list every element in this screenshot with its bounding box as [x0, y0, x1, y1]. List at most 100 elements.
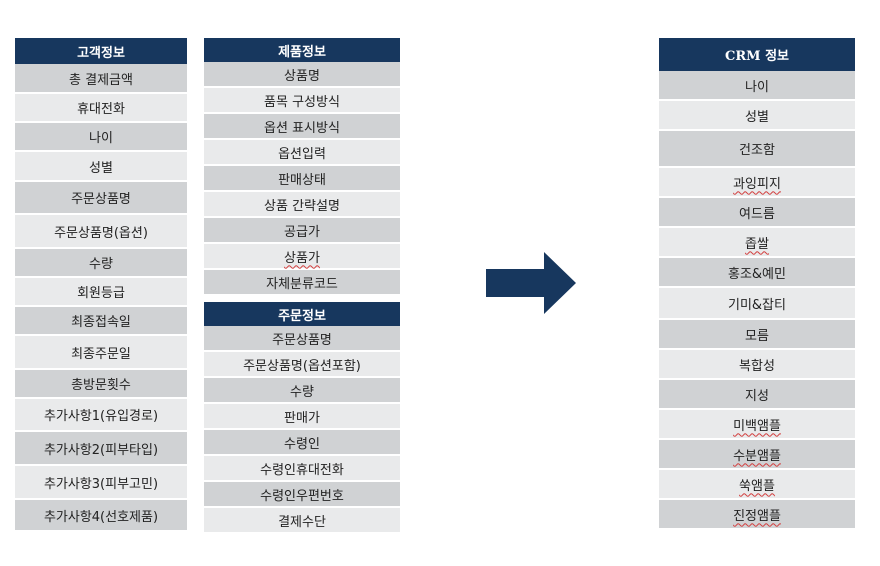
- order-row: 판매가: [204, 404, 400, 430]
- customer-row: 총방문횟수: [15, 370, 187, 399]
- order-item-label: 결제수단: [278, 514, 326, 530]
- customer-item-label: 추가사항2(피부타입): [43, 442, 159, 458]
- product-row: 판매상태: [204, 166, 400, 192]
- customer-info-table: 고객정보 총 결제금액휴대전화나이성별주문상품명주문상품명(옵션) 수량회원등급최…: [15, 38, 187, 532]
- crm-row: 미백앰플: [659, 410, 855, 440]
- customer-item-label: 휴대전화: [77, 102, 125, 117]
- product-row: 공급가: [204, 218, 400, 244]
- order-row: 주문상품명: [204, 326, 400, 352]
- customer-item-label: 추가사항4(선호제품): [43, 509, 159, 525]
- product-row: 옵션 표시방식: [204, 114, 400, 140]
- product-item-label: 판매상태: [278, 172, 326, 188]
- crm-row: 모름: [659, 320, 855, 350]
- crm-item-label: 건조함: [739, 143, 775, 158]
- crm-item-label: 좁쌀: [745, 236, 769, 252]
- product-item-label: 품목 구성방식: [264, 94, 340, 110]
- customer-row: 주문상품명: [15, 182, 187, 215]
- crm-row: 성별: [659, 101, 855, 131]
- right-arrow-icon: [486, 252, 576, 314]
- product-item-label: 상품명: [284, 68, 320, 84]
- order-row: 수량: [204, 378, 400, 404]
- customer-row: 회원등급: [15, 278, 187, 307]
- order-item-label: 수령인: [284, 436, 320, 452]
- product-item-label: 자체분류코드: [266, 276, 338, 292]
- product-info-header: 제품정보: [204, 38, 400, 62]
- order-item-label: 주문상품명: [272, 332, 332, 348]
- customer-row: 최종접속일: [15, 307, 187, 336]
- product-row: 품목 구성방식: [204, 88, 400, 114]
- customer-row: 주문상품명(옵션): [15, 215, 187, 249]
- customer-item-label: 주문상품명: [71, 192, 131, 207]
- crm-row: 건조함: [659, 131, 855, 168]
- crm-item-label: 진정앰플: [733, 508, 781, 524]
- product-item-label: 공급가: [284, 224, 320, 240]
- customer-row: 수량: [15, 249, 187, 278]
- order-item-label: 수량: [290, 384, 314, 400]
- crm-info-header: CRM 정보: [659, 38, 855, 71]
- crm-item-label: 기미&잡티: [728, 297, 786, 313]
- crm-row: 나이: [659, 71, 855, 101]
- customer-item-label: 최종주문일: [71, 346, 131, 362]
- customer-info-header: 고객정보: [15, 38, 187, 64]
- crm-info-table: CRM 정보 나이성별건조함과잉피지여드름좁쌀홍조&예민기미&잡티모름복합성지성…: [659, 38, 855, 530]
- order-row: 결제수단: [204, 508, 400, 534]
- order-item-label: 수령인휴대전화: [260, 462, 344, 478]
- product-row: 상품 간략설명: [204, 192, 400, 218]
- product-item-label: 옵션입력: [278, 146, 326, 162]
- order-row: 수령인: [204, 430, 400, 456]
- crm-row: 쑥앰플: [659, 470, 855, 500]
- crm-item-label: 수분앰플: [733, 448, 781, 464]
- customer-item-label: 총방문횟수: [71, 378, 131, 393]
- crm-row: 여드름: [659, 198, 855, 228]
- crm-item-label: 미백앰플: [733, 418, 781, 434]
- customer-row: 추가사항4(선호제품): [15, 500, 187, 532]
- customer-item-label: 나이: [89, 131, 113, 146]
- customer-row: 추가사항1(유입경로): [15, 399, 187, 432]
- crm-row: 좁쌀: [659, 228, 855, 258]
- crm-item-label: 쑥앰플: [739, 478, 775, 494]
- order-row: 수령인휴대전화: [204, 456, 400, 482]
- crm-item-label: 여드름: [739, 206, 775, 222]
- crm-row: 진정앰플: [659, 500, 855, 530]
- order-item-label: 수령인우편번호: [260, 488, 344, 504]
- customer-item-label: 회원등급: [77, 286, 125, 301]
- crm-row: 복합성: [659, 350, 855, 380]
- customer-row: 성별: [15, 152, 187, 182]
- order-info-header: 주문정보: [204, 302, 400, 326]
- customer-item-label: 추가사항3(피부고민): [43, 476, 159, 492]
- product-row: 옵션입력: [204, 140, 400, 166]
- customer-row: 최종주문일: [15, 336, 187, 370]
- product-info-table: 제품정보 상품명품목 구성방식옵션 표시방식옵션입력판매상태상품 간략설명공급가…: [204, 38, 400, 296]
- product-row: 자체분류코드: [204, 270, 400, 296]
- product-item-label: 옵션 표시방식: [264, 120, 340, 136]
- product-row: 상품가: [204, 244, 400, 270]
- customer-item-label: 총 결제금액: [69, 72, 133, 88]
- customer-row: 휴대전화: [15, 94, 187, 123]
- customer-row: 추가사항3(피부고민): [15, 466, 187, 500]
- customer-item-label: 수량: [89, 257, 113, 272]
- customer-item-label: 주문상품명(옵션): [54, 225, 148, 241]
- crm-item-label: 지성: [745, 388, 769, 404]
- order-item-label: 판매가: [284, 410, 320, 426]
- product-item-label: 상품가: [284, 250, 320, 266]
- product-item-label: 상품 간략설명: [264, 198, 340, 214]
- crm-item-label: 나이: [745, 79, 769, 95]
- order-info-table: 주문정보 주문상품명주문상품명(옵션포함) 수량판매가수령인수령인휴대전화수령인우…: [204, 302, 400, 534]
- crm-item-label: 홍조&예민: [728, 266, 786, 282]
- customer-row: 나이: [15, 123, 187, 152]
- customer-row: 총 결제금액: [15, 64, 187, 94]
- crm-row: 지성: [659, 380, 855, 410]
- customer-item-label: 추가사항1(유입경로): [43, 409, 159, 424]
- order-row: 주문상품명(옵션포함): [204, 352, 400, 378]
- crm-row: 홍조&예민: [659, 258, 855, 288]
- crm-row: 기미&잡티: [659, 288, 855, 320]
- customer-item-label: 성별: [89, 160, 113, 176]
- product-row: 상품명: [204, 62, 400, 88]
- crm-row: 수분앰플: [659, 440, 855, 470]
- crm-item-label: 복합성: [739, 358, 775, 374]
- crm-item-label: 모름: [745, 328, 769, 344]
- order-row: 수령인우편번호: [204, 482, 400, 508]
- order-item-label: 주문상품명(옵션포함): [243, 358, 361, 374]
- crm-row: 과잉피지: [659, 168, 855, 198]
- customer-item-label: 최종접속일: [71, 315, 131, 330]
